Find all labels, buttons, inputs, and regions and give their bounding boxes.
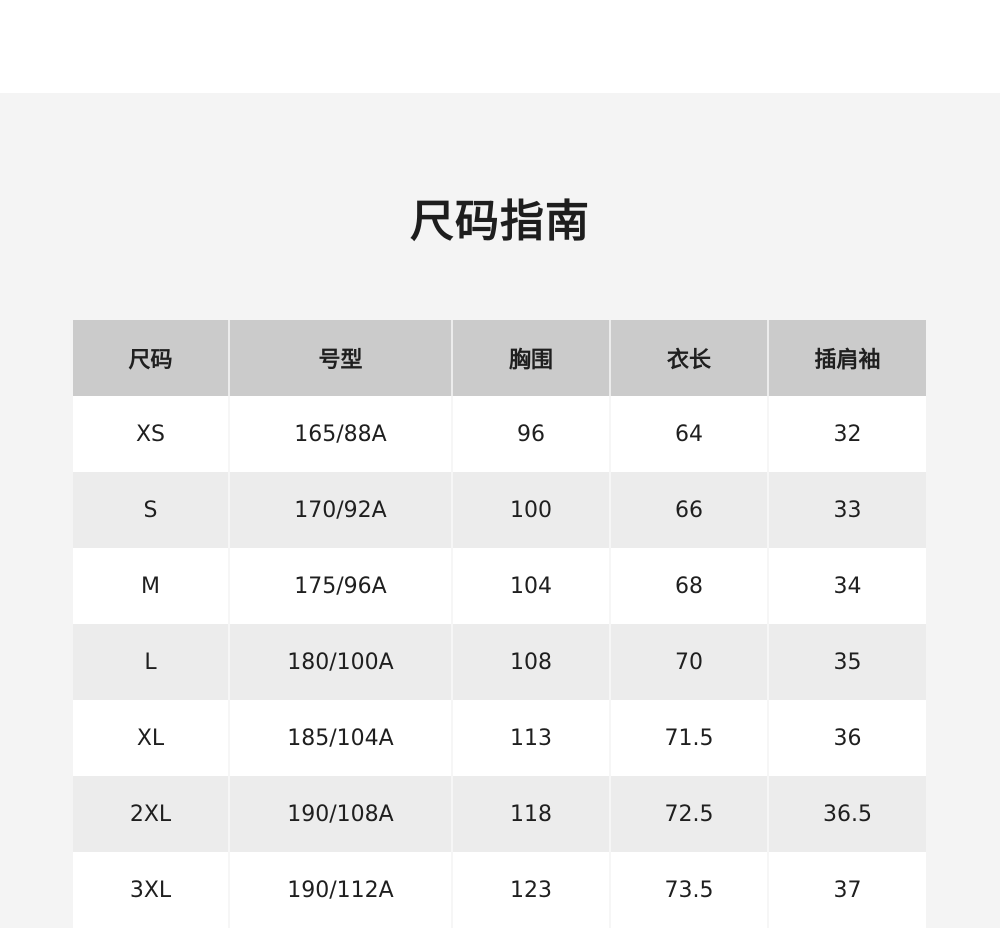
cell-size: M [73,548,229,624]
cell-length: 68 [609,548,768,624]
cell-size: XL [73,700,229,776]
cell-chest: 96 [451,396,610,472]
cell-size: XS [73,396,229,472]
size-table: 尺码 号型 胸围 衣长 插肩袖 XS 165/88A 96 64 32 S 17… [73,320,926,928]
cell-length: 72.5 [609,776,768,852]
cell-model: 185/104A [228,700,452,776]
cell-sleeve: 37 [767,852,926,928]
page-title: 尺码指南 [410,196,590,247]
cell-model: 190/112A [228,852,452,928]
header-length: 衣长 [609,320,768,396]
cell-sleeve: 36 [767,700,926,776]
cell-length: 70 [609,624,768,700]
cell-sleeve: 34 [767,548,926,624]
header-model: 号型 [228,320,452,396]
top-band [0,0,1000,93]
table-row: XS 165/88A 96 64 32 [73,396,926,472]
cell-chest: 108 [451,624,610,700]
cell-chest: 104 [451,548,610,624]
table-row: 3XL 190/112A 123 73.5 37 [73,852,926,928]
cell-size: S [73,472,229,548]
table-row: XL 185/104A 113 71.5 36 [73,700,926,776]
cell-sleeve: 32 [767,396,926,472]
cell-chest: 113 [451,700,610,776]
cell-size: 3XL [73,852,229,928]
table-header-row: 尺码 号型 胸围 衣长 插肩袖 [73,320,926,396]
cell-length: 73.5 [609,852,768,928]
cell-sleeve: 33 [767,472,926,548]
cell-chest: 100 [451,472,610,548]
cell-chest: 123 [451,852,610,928]
cell-model: 175/96A [228,548,452,624]
table-row: L 180/100A 108 70 35 [73,624,926,700]
cell-model: 190/108A [228,776,452,852]
cell-length: 66 [609,472,768,548]
table-row: 2XL 190/108A 118 72.5 36.5 [73,776,926,852]
header-size: 尺码 [73,320,229,396]
cell-length: 71.5 [609,700,768,776]
cell-model: 180/100A [228,624,452,700]
cell-length: 64 [609,396,768,472]
cell-model: 165/88A [228,396,452,472]
header-chest: 胸围 [451,320,610,396]
cell-model: 170/92A [228,472,452,548]
table-row: S 170/92A 100 66 33 [73,472,926,548]
table-row: M 175/96A 104 68 34 [73,548,926,624]
cell-size: 2XL [73,776,229,852]
cell-size: L [73,624,229,700]
cell-sleeve: 36.5 [767,776,926,852]
cell-chest: 118 [451,776,610,852]
cell-sleeve: 35 [767,624,926,700]
size-guide-section: 尺码指南 尺码 号型 胸围 衣长 插肩袖 XS 165/88A 96 64 32… [0,93,1000,928]
header-sleeve: 插肩袖 [767,320,926,396]
